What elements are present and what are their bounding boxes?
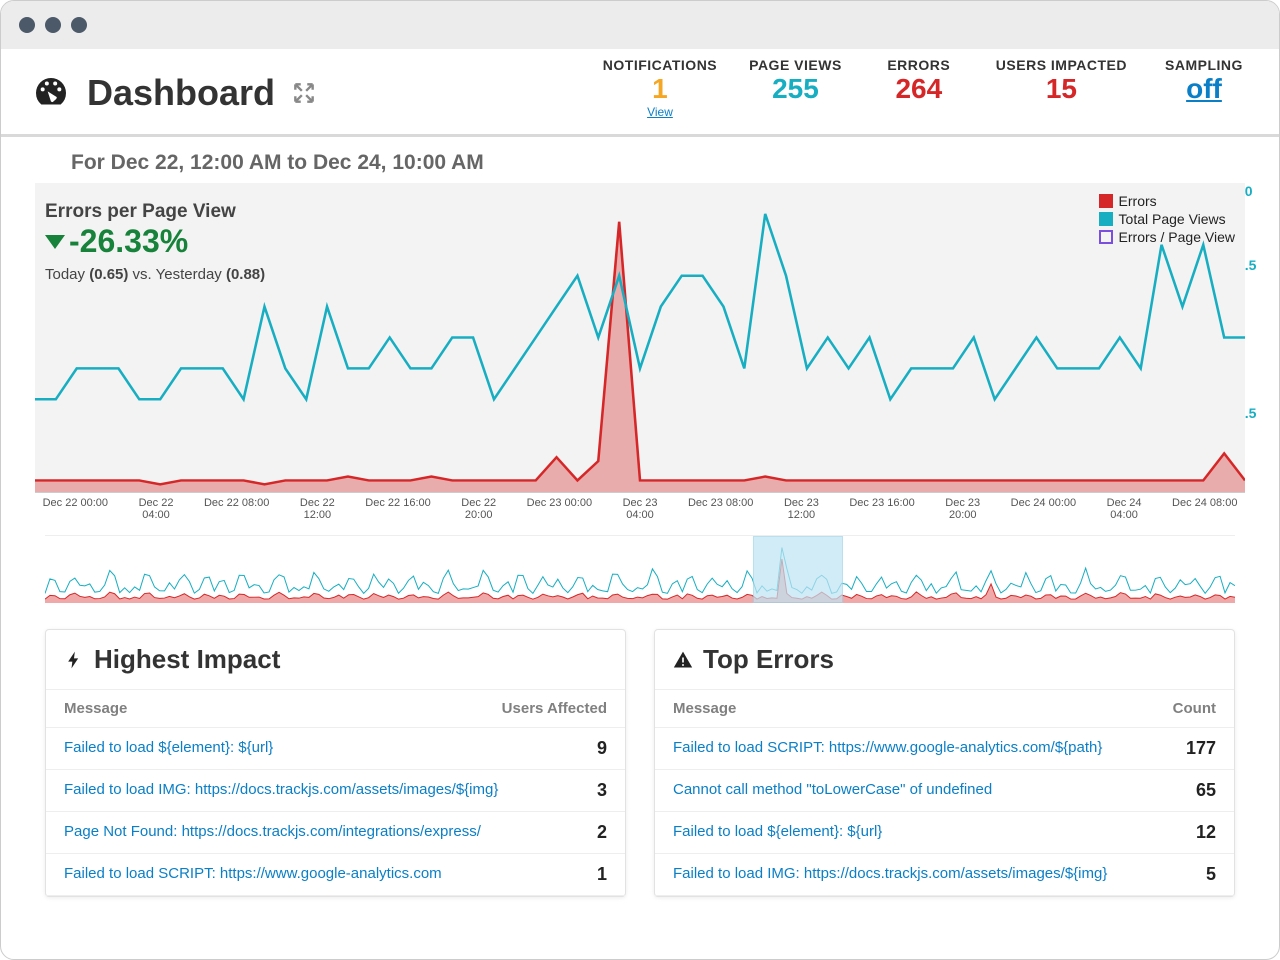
chart-area[interactable]: 806040200 107.552.50 Errors per Page Vie… — [35, 183, 1245, 521]
stat-sampling: SAMPLING off — [1159, 57, 1249, 105]
date-range: For Dec 22, 12:00 AM to Dec 24, 10:00 AM — [71, 151, 1269, 175]
chart-legend[interactable]: Errors Total Page Views Errors / Page View — [1099, 191, 1235, 247]
top-errors-panel: Top Errors MessageCount Failed to load S… — [654, 629, 1235, 897]
x-axis: Dec 22 00:00Dec 22 04:00Dec 22 08:00Dec … — [35, 497, 1245, 521]
warning-icon — [673, 647, 693, 673]
minimap-selection[interactable] — [753, 536, 843, 603]
window-dot[interactable] — [45, 17, 61, 33]
error-link[interactable]: Failed to load ${element}: ${url} — [673, 822, 882, 842]
header-stats: NOTIFICATIONS 1 View PAGE VIEWS 255 ERROR… — [603, 57, 1249, 128]
stat-value[interactable]: 1 — [603, 73, 717, 105]
table-row: Cannot call method "toLowerCase" of unde… — [655, 770, 1234, 812]
legend-item[interactable]: Errors — [1099, 193, 1235, 209]
row-value: 5 — [1172, 864, 1216, 885]
legend-item[interactable]: Total Page Views — [1099, 211, 1235, 227]
table-head: MessageCount — [655, 690, 1234, 728]
epv-title: Errors per Page View — [45, 201, 265, 223]
table-row: Failed to load SCRIPT: https://www.googl… — [46, 854, 625, 896]
epv-summary: Errors per Page View -26.33% Today (0.65… — [45, 201, 265, 283]
row-value: 177 — [1172, 738, 1216, 759]
error-link[interactable]: Failed to load ${element}: ${url} — [64, 738, 273, 758]
epv-change: -26.33% — [45, 223, 265, 260]
stat-value: 15 — [996, 73, 1127, 105]
epv-compare: Today (0.65) vs. Yesterday (0.88) — [45, 266, 265, 283]
stat-value: 255 — [749, 73, 842, 105]
window-dot[interactable] — [71, 17, 87, 33]
header: Dashboard NOTIFICATIONS 1 View PAGE VIEWS… — [1, 49, 1279, 137]
error-link[interactable]: Cannot call method "toLowerCase" of unde… — [673, 780, 992, 800]
row-value: 1 — [563, 864, 607, 885]
stat-errors: ERRORS 264 — [874, 57, 964, 105]
stat-page-views: PAGE VIEWS 255 — [749, 57, 842, 105]
minimap[interactable] — [45, 535, 1235, 603]
stat-view-link[interactable]: View — [603, 105, 717, 119]
stat-label: ERRORS — [874, 57, 964, 73]
error-link[interactable]: Page Not Found: https://docs.trackjs.com… — [64, 822, 481, 842]
table-row: Failed to load ${element}: ${url} 12 — [655, 812, 1234, 854]
row-value: 9 — [563, 738, 607, 759]
error-link[interactable]: Failed to load SCRIPT: https://www.googl… — [64, 864, 442, 884]
expand-icon[interactable] — [291, 80, 317, 106]
stat-label: USERS IMPACTED — [996, 57, 1127, 73]
stat-label: NOTIFICATIONS — [603, 57, 717, 73]
error-link[interactable]: Failed to load SCRIPT: https://www.googl… — [673, 738, 1102, 758]
panel-title: Top Errors — [655, 630, 1234, 690]
triangle-down-icon — [45, 235, 65, 249]
error-link[interactable]: Failed to load IMG: https://docs.trackjs… — [64, 780, 498, 800]
stat-value: 264 — [874, 73, 964, 105]
window-titlebar — [1, 1, 1279, 49]
row-value: 12 — [1172, 822, 1216, 843]
plot-background[interactable]: Errors per Page View -26.33% Today (0.65… — [35, 183, 1245, 493]
window-dot[interactable] — [19, 17, 35, 33]
stat-notifications: NOTIFICATIONS 1 View — [603, 57, 717, 119]
stat-label: SAMPLING — [1159, 57, 1249, 73]
stat-users-impacted: USERS IMPACTED 15 — [996, 57, 1127, 105]
row-value: 3 — [563, 780, 607, 801]
row-value: 2 — [563, 822, 607, 843]
table-row: Failed to load IMG: https://docs.trackjs… — [46, 770, 625, 812]
table-row: Failed to load ${element}: ${url} 9 — [46, 728, 625, 770]
row-value: 65 — [1172, 780, 1216, 801]
table-head: MessageUsers Affected — [46, 690, 625, 728]
highest-impact-panel: Highest Impact MessageUsers Affected Fai… — [45, 629, 626, 897]
table-row: Failed to load IMG: https://docs.trackjs… — [655, 854, 1234, 896]
stat-value[interactable]: off — [1159, 73, 1249, 105]
error-link[interactable]: Failed to load IMG: https://docs.trackjs… — [673, 864, 1107, 884]
page-title: Dashboard — [87, 72, 275, 114]
lightning-icon — [64, 647, 84, 673]
legend-item[interactable]: Errors / Page View — [1099, 229, 1235, 245]
stat-label: PAGE VIEWS — [749, 57, 842, 73]
table-row: Page Not Found: https://docs.trackjs.com… — [46, 812, 625, 854]
dashboard-icon — [31, 73, 71, 113]
panel-title: Highest Impact — [46, 630, 625, 690]
table-row: Failed to load SCRIPT: https://www.googl… — [655, 728, 1234, 770]
